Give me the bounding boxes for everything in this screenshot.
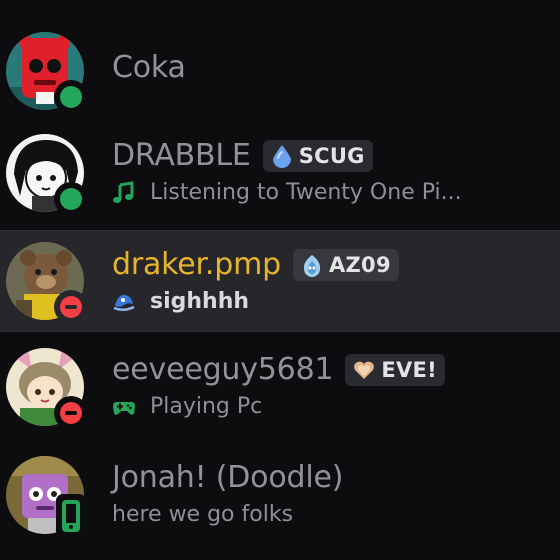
server-tag[interactable]: AZ09	[292, 249, 399, 281]
server-tag[interactable]: SCUG	[262, 140, 373, 172]
gamepad-icon	[113, 401, 135, 415]
activity-text: Listening to Twenty One Pi...	[150, 180, 462, 205]
member-list: Coka DRABBLE SCUG Listening to Twenty On…	[0, 0, 560, 560]
member-name[interactable]: DRABBLE	[112, 138, 251, 174]
tag-label: AZ09	[328, 253, 391, 277]
tag-label: EVE!	[381, 358, 438, 382]
member-row-coka[interactable]: Coka	[0, 20, 560, 122]
heart-icon	[354, 361, 375, 379]
music-note-icon	[113, 180, 134, 203]
activity-text: Playing Pc	[150, 394, 263, 419]
custom-emoji-icon	[113, 294, 135, 311]
tag-label: SCUG	[298, 144, 365, 168]
dnd-status-indicator	[54, 396, 88, 430]
spirit-flame-icon	[303, 255, 321, 277]
mobile-phone-icon	[62, 500, 80, 532]
member-name[interactable]: draker.pmp	[112, 247, 281, 283]
member-row-draker[interactable]: draker.pmp AZ09 sighhhh	[0, 230, 560, 332]
water-drop-icon	[272, 145, 291, 168]
member-name[interactable]: eeveeguy5681	[112, 352, 334, 388]
member-name[interactable]: Jonah! (Doodle)	[112, 460, 343, 496]
custom-status-text: sighhhh	[150, 289, 250, 314]
dnd-status-indicator	[54, 290, 88, 324]
member-row-drabble[interactable]: DRABBLE SCUG Listening to Twenty One Pi.	[0, 122, 560, 224]
online-status-indicator	[54, 182, 88, 216]
online-status-indicator	[54, 80, 88, 114]
mobile-status-indicator	[56, 494, 86, 538]
member-row-eeveeguy5681[interactable]: eeveeguy5681 EVE! Playing Pc	[0, 336, 560, 438]
custom-status-text: here we go folks	[112, 502, 294, 527]
server-tag[interactable]: EVE!	[345, 354, 446, 386]
member-row-jonah[interactable]: Jonah! (Doodle) here we go folks	[0, 444, 560, 546]
member-name[interactable]: Coka	[112, 50, 186, 86]
